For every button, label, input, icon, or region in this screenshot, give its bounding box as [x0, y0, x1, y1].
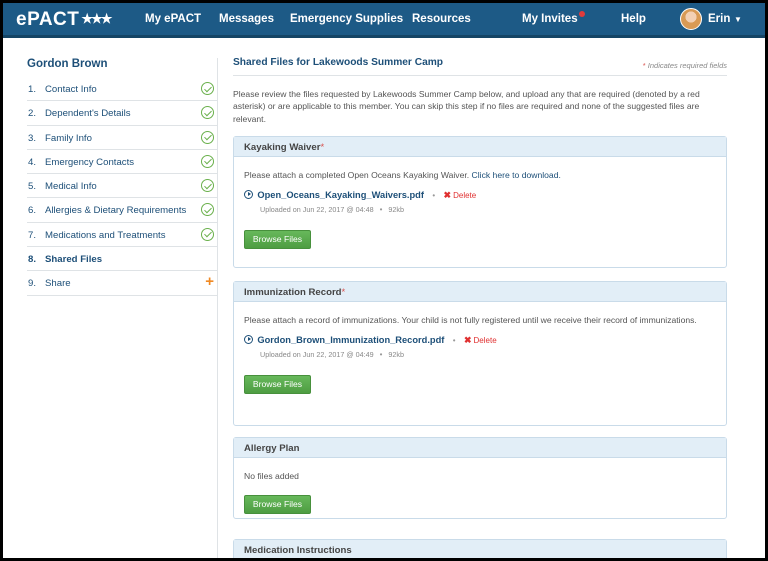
panel-instruction: Please attach a record of immunizations.…	[244, 315, 697, 325]
panel-header: Kayaking Waiver*	[234, 137, 726, 157]
step-number: 3.	[28, 132, 37, 144]
delete-x-icon: ✖	[443, 190, 452, 201]
step-label: Emergency Contacts	[45, 156, 135, 168]
step-label: Dependent's Details	[45, 108, 131, 120]
step-number: 4.	[28, 156, 37, 168]
check-circle-icon	[201, 154, 214, 168]
step-number: 2.	[28, 108, 37, 120]
top-navigation-bar: ePACT ★★★ My ePACT Messages Emergency Sup…	[3, 3, 765, 38]
delete-file-button[interactable]: ✖ Delete	[444, 190, 477, 200]
file-download-icon[interactable]	[244, 335, 253, 345]
check-circle-icon	[201, 82, 214, 95]
step-label: Medical Info	[45, 181, 97, 193]
sidebar-item-2[interactable]: 2. Dependent's Details	[27, 101, 217, 126]
required-fields-note: * Indicates required fields	[642, 61, 727, 70]
sidebar-item-9[interactable]: 9. Share +	[27, 271, 217, 296]
file-link[interactable]: Gordon_Brown_Immunization_Record.pdf	[257, 335, 444, 345]
delete-x-icon: ✖	[463, 335, 472, 346]
file-meta: Uploaded on Jun 22, 2017 @ 04:49 • 92kb	[260, 349, 405, 359]
sidebar-item-3[interactable]: 3. Family Info	[27, 126, 217, 150]
nav-emergency-supplies[interactable]: Emergency Supplies	[290, 13, 403, 25]
step-label: Medications and Treatments	[45, 229, 166, 241]
browse-files-button[interactable]: Browse Files	[244, 374, 311, 394]
check-circle-icon	[201, 130, 214, 144]
sidebar-item-5[interactable]: 5. Medical Info	[27, 174, 217, 199]
sidebar-item-7[interactable]: 7. Medications and Treatments	[27, 223, 217, 248]
user-menu-name[interactable]: Erin	[708, 13, 730, 25]
stars-icon: ★★★	[81, 11, 112, 26]
step-number: 7.	[28, 229, 37, 241]
browse-files-button[interactable]: Browse Files	[244, 495, 311, 515]
panel-header: Medication Instructions	[234, 540, 726, 558]
step-number: 6.	[28, 205, 37, 217]
file-row: Gordon_Brown_Immunization_Record.pdf • ✖…	[244, 334, 716, 347]
nav-my-epact[interactable]: My ePACT	[145, 13, 201, 25]
step-label: Contact Info	[45, 84, 97, 95]
immunization-record-panel: Immunization Record* Please attach a rec…	[233, 281, 727, 426]
sidebar-item-8[interactable]: 8. Shared Files	[27, 247, 217, 272]
download-waiver-link[interactable]: Click here to download.	[472, 170, 561, 180]
step-label: Shared Files	[45, 254, 103, 266]
intro-text: Please review the files requested by Lak…	[233, 89, 700, 124]
medication-instructions-panel: Medication Instructions	[233, 539, 727, 558]
file-link[interactable]: Open_Oceans_Kayaking_Waivers.pdf	[257, 190, 424, 200]
plus-icon: +	[205, 273, 214, 291]
step-label: Share	[45, 278, 71, 290]
member-name: Gordon Brown	[27, 58, 108, 70]
profile-steps-nav: 1. Contact Info 2. Dependent's Details 3. Fam…	[27, 77, 217, 296]
panel-header: Immunization Record*	[234, 282, 726, 302]
step-number: 9.	[28, 278, 37, 290]
file-row: Open_Oceans_Kayaking_Waivers.pdf • ✖ Dele…	[244, 189, 716, 202]
step-label: Allergies & Dietary Requirements	[45, 205, 187, 217]
delete-file-button[interactable]: ✖ Delete	[464, 335, 497, 345]
step-number: 1.	[28, 84, 37, 95]
column-divider	[217, 58, 218, 558]
kayaking-waiver-panel: Kayaking Waiver* Please attach a complet…	[233, 136, 727, 268]
sidebar-item-6[interactable]: 6. Allergies & Dietary Requirements	[27, 198, 217, 223]
nav-my-invites[interactable]: My Invites	[522, 11, 585, 25]
check-circle-icon	[201, 227, 214, 241]
epact-logo[interactable]: ePACT ★★★	[16, 9, 112, 31]
allergy-plan-panel: Allergy Plan No files added Browse Files	[233, 437, 727, 519]
check-circle-icon	[201, 179, 214, 193]
panel-instruction: Please attach a completed Open Oceans Ka…	[244, 170, 561, 180]
caret-down-icon[interactable]: ▼	[734, 15, 742, 24]
nav-help[interactable]: Help	[621, 13, 646, 25]
title-divider	[233, 75, 727, 76]
nav-resources[interactable]: Resources	[412, 13, 471, 25]
check-circle-icon	[201, 203, 214, 217]
file-meta: Uploaded on Jun 22, 2017 @ 04:48 • 92kb	[260, 204, 405, 214]
browse-files-button[interactable]: Browse Files	[244, 229, 311, 249]
file-download-icon[interactable]	[244, 190, 253, 200]
panel-header: Allergy Plan	[234, 438, 726, 458]
step-number: 5.	[28, 181, 37, 193]
nav-messages[interactable]: Messages	[219, 13, 274, 25]
app-window: ePACT ★★★ My ePACT Messages Emergency Sup…	[3, 3, 765, 558]
step-number: 8.	[28, 254, 37, 266]
sidebar-item-4[interactable]: 4. Emergency Contacts	[27, 150, 217, 175]
sidebar-item-1[interactable]: 1. Contact Info	[27, 77, 217, 102]
check-circle-icon	[201, 106, 214, 120]
page-title: Shared Files for Lakewoods Summer Camp	[233, 57, 444, 68]
notification-dot-icon	[578, 11, 585, 17]
no-files-text: No files added	[244, 471, 299, 481]
step-label: Family Info	[45, 132, 92, 144]
avatar[interactable]	[680, 8, 702, 30]
